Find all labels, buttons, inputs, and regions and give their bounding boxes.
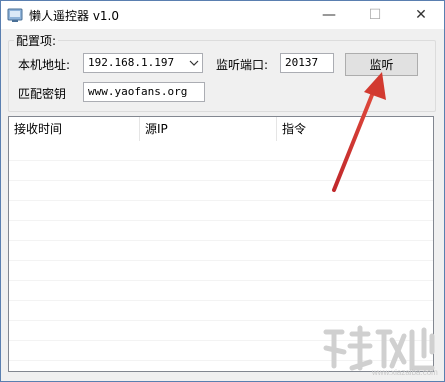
match-key-input[interactable]: www.yaofans.org (83, 82, 205, 102)
close-icon: ✕ (415, 7, 427, 23)
listen-port-label: 监听端口: (216, 58, 269, 72)
listen-button[interactable]: 监听 (345, 53, 418, 76)
listen-port-value: 20137 (285, 56, 319, 69)
column-header-source-ip[interactable]: 源IP (140, 117, 277, 141)
list-row (9, 341, 433, 361)
title-bar[interactable]: 懒人遥控器 v1.0 — ☐ ✕ (1, 1, 444, 29)
list-row (9, 241, 433, 261)
list-row (9, 261, 433, 281)
list-row (9, 321, 433, 341)
list-row (9, 301, 433, 321)
app-icon (7, 8, 23, 22)
window-title: 懒人遥控器 v1.0 (29, 9, 120, 23)
chevron-down-icon (189, 60, 199, 66)
list-row (9, 281, 433, 301)
maximize-button[interactable]: ☐ (352, 1, 398, 29)
list-header: 接收时间 源IP 指令 (9, 117, 433, 141)
listen-button-label: 监听 (369, 58, 394, 72)
listen-port-input[interactable]: 20137 (280, 53, 334, 73)
watermark-text: www.xiazaiba.com (372, 368, 438, 377)
local-address-value: 192.168.1.197 (88, 56, 175, 69)
list-row (9, 181, 433, 201)
list-row (9, 161, 433, 181)
close-button[interactable]: ✕ (398, 1, 444, 29)
list-row (9, 201, 433, 221)
match-key-value: www.yaofans.org (88, 85, 188, 98)
list-row (9, 221, 433, 241)
column-header-time[interactable]: 接收时间 (9, 117, 140, 141)
minimize-icon: — (322, 7, 336, 23)
config-group-box (8, 40, 436, 112)
message-list[interactable]: 接收时间 源IP 指令 (8, 116, 434, 372)
list-row (9, 141, 433, 161)
local-address-label: 本机地址: (18, 58, 71, 72)
maximize-icon: ☐ (368, 7, 382, 23)
local-address-select[interactable]: 192.168.1.197 (83, 53, 203, 73)
minimize-button[interactable]: — (306, 1, 352, 29)
match-key-label: 匹配密钥 (18, 87, 67, 101)
config-group-title: 配置项: (14, 32, 59, 49)
column-header-command[interactable]: 指令 (277, 117, 433, 141)
